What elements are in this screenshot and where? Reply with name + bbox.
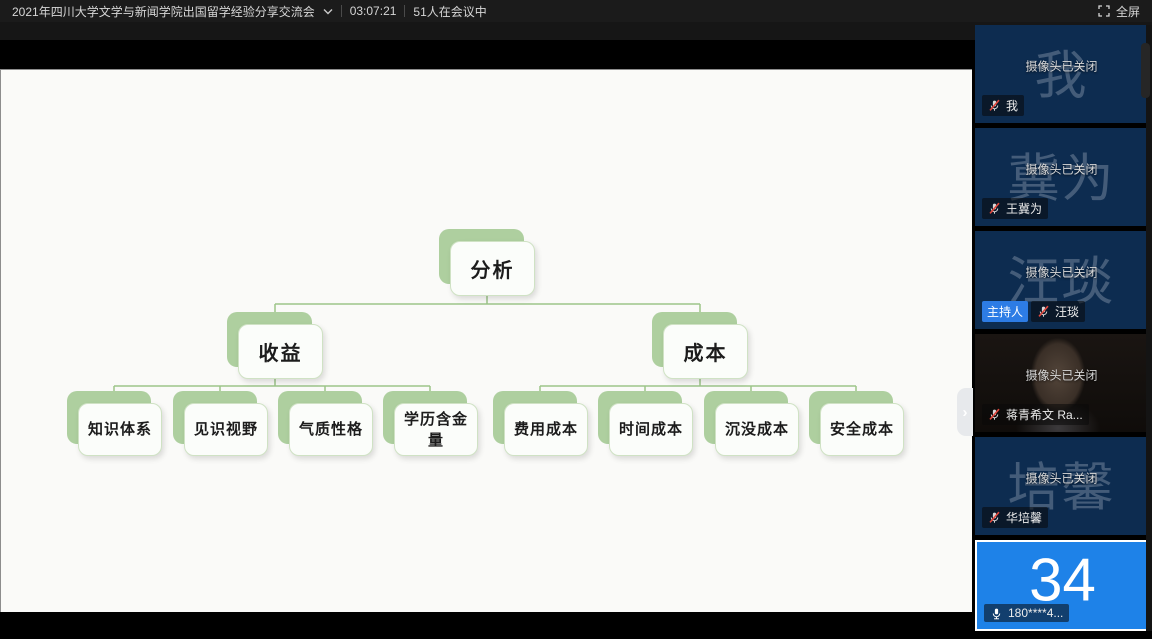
node-label: 成本 [663, 324, 748, 379]
sidebar-scrollbar-thumb[interactable] [1141, 43, 1150, 98]
meeting-topbar: 2021年四川大学文学与新闻学院出国留学经验分享交流会 03:07:21 51人… [0, 0, 1152, 22]
participant-tile-host[interactable]: 汪琰 摄像头已关闭 主持人 汪琰 [975, 231, 1148, 329]
node-label: 学历含金量 [394, 403, 478, 456]
topbar-divider [341, 5, 342, 17]
node-label: 收益 [238, 324, 323, 379]
mindmap-root-node: 分析 [439, 229, 524, 284]
node-label: 分析 [450, 241, 535, 296]
mindmap-connectors [1, 70, 973, 613]
participant-tile-speaking[interactable]: 34 180****4... [975, 540, 1150, 631]
meeting-window: 2021年四川大学文学与新闻学院出国留学经验分享交流会 03:07:21 51人… [0, 0, 1152, 639]
mic-muted-icon [988, 511, 1001, 524]
participant-name: 汪琰 [1055, 303, 1079, 320]
camera-off-text: 摄像头已关闭 [975, 367, 1148, 384]
participant-name-pill: 我 [982, 95, 1024, 116]
screenshare-canvas: 分析 收益 成本 知识体系 见识视野 气质性格 学历含金量 费用成本 [0, 69, 972, 612]
mic-muted-icon [988, 202, 1001, 215]
fullscreen-label: 全屏 [1116, 3, 1140, 20]
sidebar-scrollbar-track[interactable] [1146, 25, 1152, 631]
node-label: 知识体系 [78, 403, 162, 456]
camera-off-text: 摄像头已关闭 [975, 161, 1148, 178]
camera-off-text: 摄像头已关闭 [975, 58, 1148, 75]
mindmap-leaf-node: 知识体系 [67, 391, 151, 444]
mindmap-leaf-node: 时间成本 [598, 391, 682, 444]
mindmap-leaf-node: 费用成本 [493, 391, 577, 444]
mindmap-leaf-node: 沉没成本 [704, 391, 788, 444]
fullscreen-icon [1098, 5, 1110, 17]
node-label: 时间成本 [609, 403, 693, 456]
fullscreen-button[interactable]: 全屏 [1098, 3, 1140, 20]
participant-name: 王冀为 [1006, 200, 1042, 217]
mindmap-leaf-node: 见识视野 [173, 391, 257, 444]
participant-count: 51人在会议中 [413, 3, 486, 20]
mindmap-branch-node: 收益 [227, 312, 312, 367]
participant-name-pill: 华培馨 [982, 507, 1048, 528]
meeting-timer: 03:07:21 [350, 4, 397, 18]
mic-muted-icon [988, 99, 1001, 112]
host-badge: 主持人 [982, 301, 1028, 322]
participant-name: 我 [1006, 97, 1018, 114]
participant-name-pill: 蒋青希文 Ra... [982, 404, 1089, 425]
node-label: 气质性格 [289, 403, 373, 456]
participant-name-pill: 王冀为 [982, 198, 1048, 219]
meeting-title: 2021年四川大学文学与新闻学院出国留学经验分享交流会 [12, 3, 315, 20]
topbar-divider [404, 5, 405, 17]
mindmap-leaf-node: 气质性格 [278, 391, 362, 444]
participant-tile[interactable]: 培馨 摄像头已关闭 华培馨 [975, 437, 1148, 535]
camera-off-text: 摄像头已关闭 [975, 470, 1148, 487]
mic-muted-icon [1037, 305, 1050, 318]
camera-off-text: 摄像头已关闭 [975, 264, 1148, 281]
participant-name-pill: 汪琰 [1031, 301, 1085, 322]
mic-on-icon [990, 607, 1003, 620]
participant-tile[interactable]: 冀为 摄像头已关闭 王冀为 [975, 128, 1148, 226]
participant-name-pill: 180****4... [984, 604, 1069, 622]
node-label: 费用成本 [504, 403, 588, 456]
participant-tile-video[interactable]: 摄像头已关闭 蒋青希文 Ra... [975, 334, 1148, 432]
chevron-down-icon[interactable] [323, 8, 333, 15]
mindmap-leaf-node: 学历含金量 [383, 391, 467, 444]
node-label: 见识视野 [184, 403, 268, 456]
participant-tile-me[interactable]: 我 摄像头已关闭 我 [975, 25, 1148, 123]
participants-sidebar: 我 摄像头已关闭 我 冀为 摄像头已关闭 王冀为 汪琰 摄像头已关闭 [975, 25, 1152, 639]
participant-name: 华培馨 [1006, 509, 1042, 526]
participant-name: 蒋青希文 Ra... [1006, 406, 1083, 423]
mindmap-leaf-node: 安全成本 [809, 391, 893, 444]
mic-muted-icon [988, 408, 1001, 421]
mindmap-branch-node: 成本 [652, 312, 737, 367]
node-label: 安全成本 [820, 403, 904, 456]
participant-name: 180****4... [1008, 606, 1063, 620]
node-label: 沉没成本 [715, 403, 799, 456]
sidebar-collapse-handle[interactable]: › [957, 388, 973, 436]
